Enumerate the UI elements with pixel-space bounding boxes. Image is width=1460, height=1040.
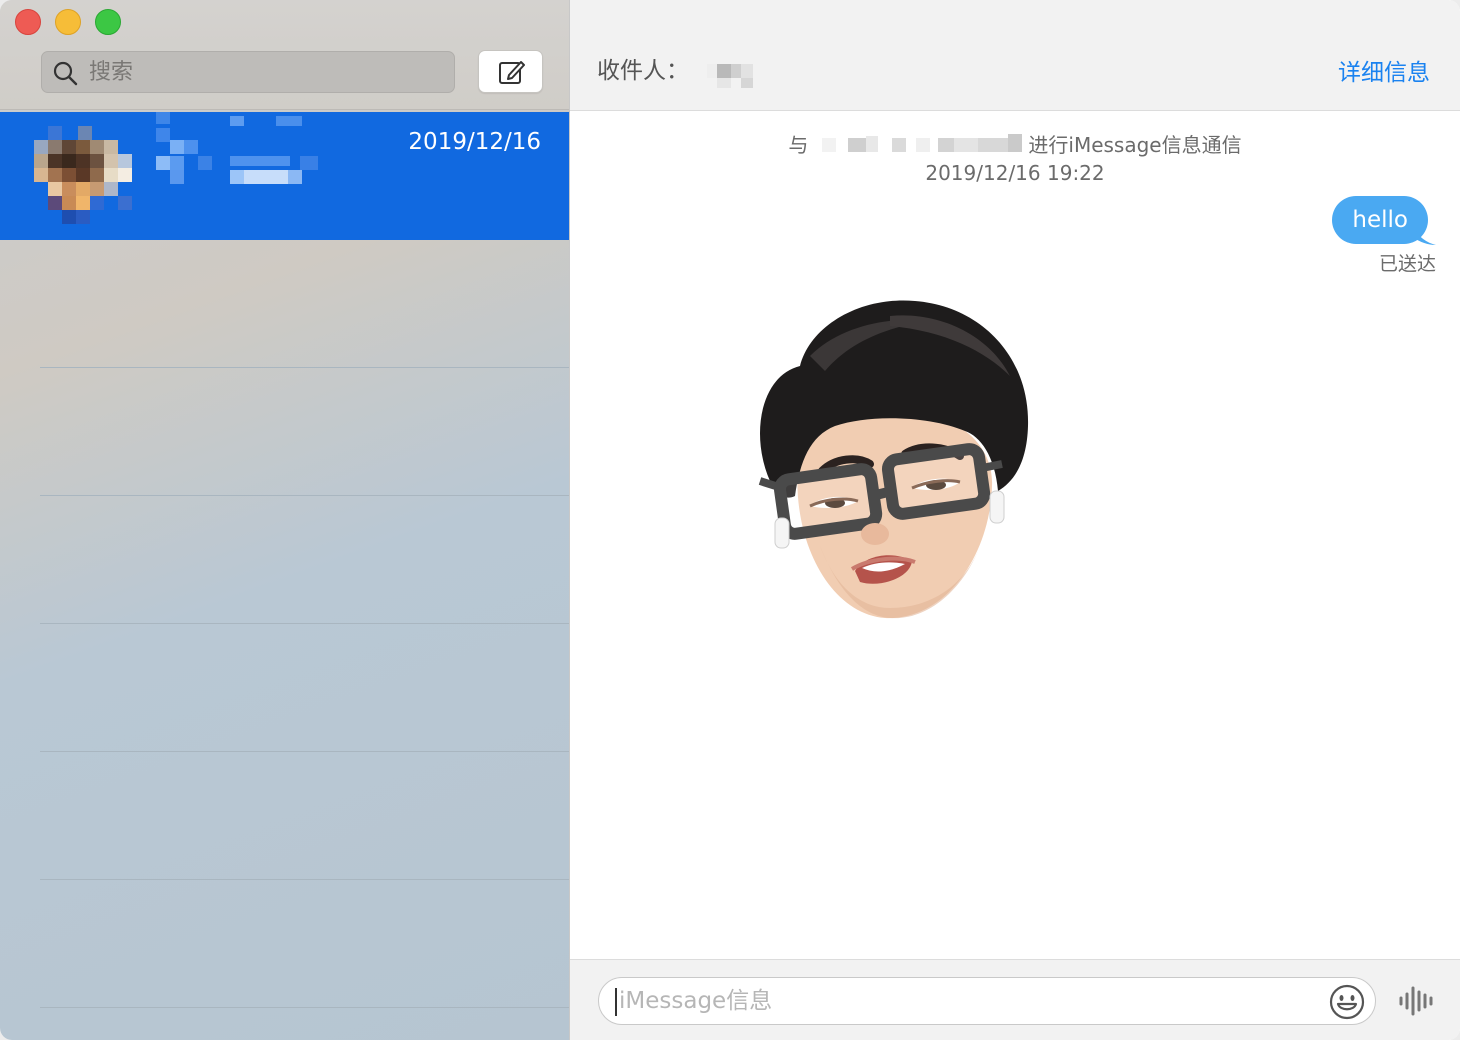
sidebar-toolbar: 搜索 (0, 0, 569, 110)
list-separator (40, 367, 569, 368)
conversation-info-line: 与 进行iMessage信息通信 (570, 131, 1460, 159)
delivery-status: 已送达 (1378, 253, 1436, 275)
contact-name-redacted (156, 112, 318, 184)
list-separator (40, 623, 569, 624)
contact-avatar (34, 126, 132, 224)
search-placeholder: 搜索 (89, 60, 134, 85)
audio-waveform-icon[interactable] (1398, 985, 1434, 1017)
info-timestamp: 2019/12/16 19:22 (925, 161, 1105, 185)
list-separator (40, 1007, 569, 1008)
conversation-info: 与 进行iMessage信息通信 2019/12/16 19:22 (570, 131, 1460, 187)
emoji-icon[interactable] (1329, 984, 1365, 1020)
message-thread: 与 进行iMessage信息通信 2019/12/16 19:22 hello … (570, 111, 1460, 959)
close-window-button[interactable] (15, 9, 41, 35)
recipient-label: 收件人： (597, 58, 689, 84)
compose-icon (499, 61, 525, 84)
list-separator (40, 879, 569, 880)
search-icon (53, 61, 78, 86)
messages-window: 搜索 2019/12/16 收件人： 详细信息 与 进行iMessage信息通信… (0, 0, 1460, 1040)
bubble-tail (1414, 226, 1436, 245)
details-button[interactable]: 详细信息 (1338, 58, 1430, 88)
info-suffix: 进行iMessage信息通信 (1028, 133, 1242, 157)
sidebar: 搜索 2019/12/16 (0, 0, 569, 1040)
message-text: hello (1352, 207, 1408, 233)
memoji-sticker[interactable] (740, 296, 1040, 626)
composer-bar: iMessage信息 (570, 959, 1460, 1040)
search-field[interactable]: 搜索 (41, 51, 455, 93)
conversation-pane: 收件人： 详细信息 与 进行iMessage信息通信 2019/12/16 19… (570, 0, 1460, 1040)
message-placeholder: iMessage信息 (619, 988, 773, 1014)
compose-button[interactable] (478, 50, 543, 93)
info-prefix: 与 (788, 133, 809, 157)
message-input[interactable]: iMessage信息 (598, 977, 1376, 1025)
conversation-item[interactable]: 2019/12/16 (0, 112, 569, 240)
conversation-date: 2019/12/16 (408, 129, 541, 155)
list-separator (40, 751, 569, 752)
text-cursor (615, 988, 617, 1016)
conversation-header: 收件人： 详细信息 (570, 0, 1460, 111)
contact-redacted (822, 133, 1023, 152)
list-separator (40, 495, 569, 496)
minimize-window-button[interactable] (55, 9, 81, 35)
zoom-window-button[interactable] (95, 9, 121, 35)
recipient-name-redacted[interactable] (707, 52, 755, 90)
